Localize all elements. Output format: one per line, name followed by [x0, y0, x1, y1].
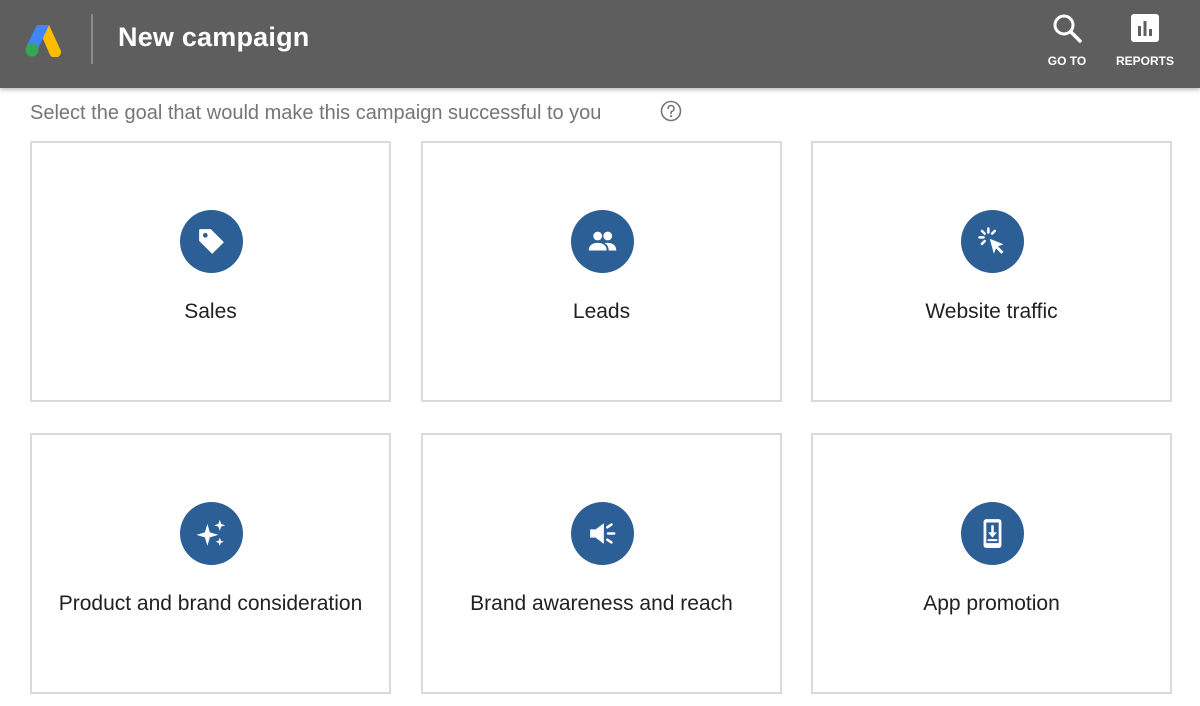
goal-card-website-traffic[interactable]: Website traffic	[811, 141, 1172, 402]
phone-download-icon	[983, 519, 1002, 548]
goal-label: App promotion	[923, 592, 1060, 615]
goal-icon-circle	[180, 502, 243, 565]
reports-button[interactable]: REPORTS	[1112, 12, 1178, 72]
goal-icon-circle	[961, 210, 1024, 273]
goal-icon-circle	[571, 210, 634, 273]
google-ads-logo-icon[interactable]	[24, 23, 62, 57]
top-app-bar: New campaign GO TO REPORTS	[0, 0, 1200, 88]
header-divider	[91, 14, 93, 64]
tag-icon	[199, 229, 224, 254]
page-title: New campaign	[118, 22, 310, 52]
goal-card-leads[interactable]: Leads	[421, 141, 782, 402]
goal-card-sales[interactable]: Sales	[30, 141, 391, 402]
go-to-button[interactable]: GO TO	[1042, 12, 1092, 72]
goal-label: Brand awareness and reach	[470, 592, 733, 615]
goal-label: Product and brand consideration	[58, 592, 363, 615]
goal-icon-circle	[961, 502, 1024, 565]
reports-label: REPORTS	[1115, 54, 1174, 68]
sparkle-icon	[196, 519, 226, 546]
help-circle-icon[interactable]	[660, 100, 682, 122]
go-to-label: GO TO	[1047, 54, 1087, 68]
cursor-click-icon	[978, 227, 1004, 254]
goal-card-brand-awareness-reach[interactable]: Brand awareness and reach	[421, 433, 782, 694]
goal-card-app-promotion[interactable]: App promotion	[811, 433, 1172, 694]
goal-card-product-brand-consideration[interactable]: Product and brand consideration	[30, 433, 391, 694]
reports-icon	[1131, 14, 1159, 42]
goal-label: Leads	[572, 300, 631, 323]
goal-label: Sales	[184, 300, 237, 323]
search-icon	[1053, 14, 1082, 43]
megaphone-icon	[590, 523, 616, 544]
goal-icon-circle	[571, 502, 634, 565]
goal-prompt-text: Select the goal that would make this cam…	[30, 102, 602, 124]
goal-label: Website traffic	[925, 300, 1058, 323]
people-icon	[588, 231, 617, 251]
goal-icon-circle	[180, 210, 243, 273]
